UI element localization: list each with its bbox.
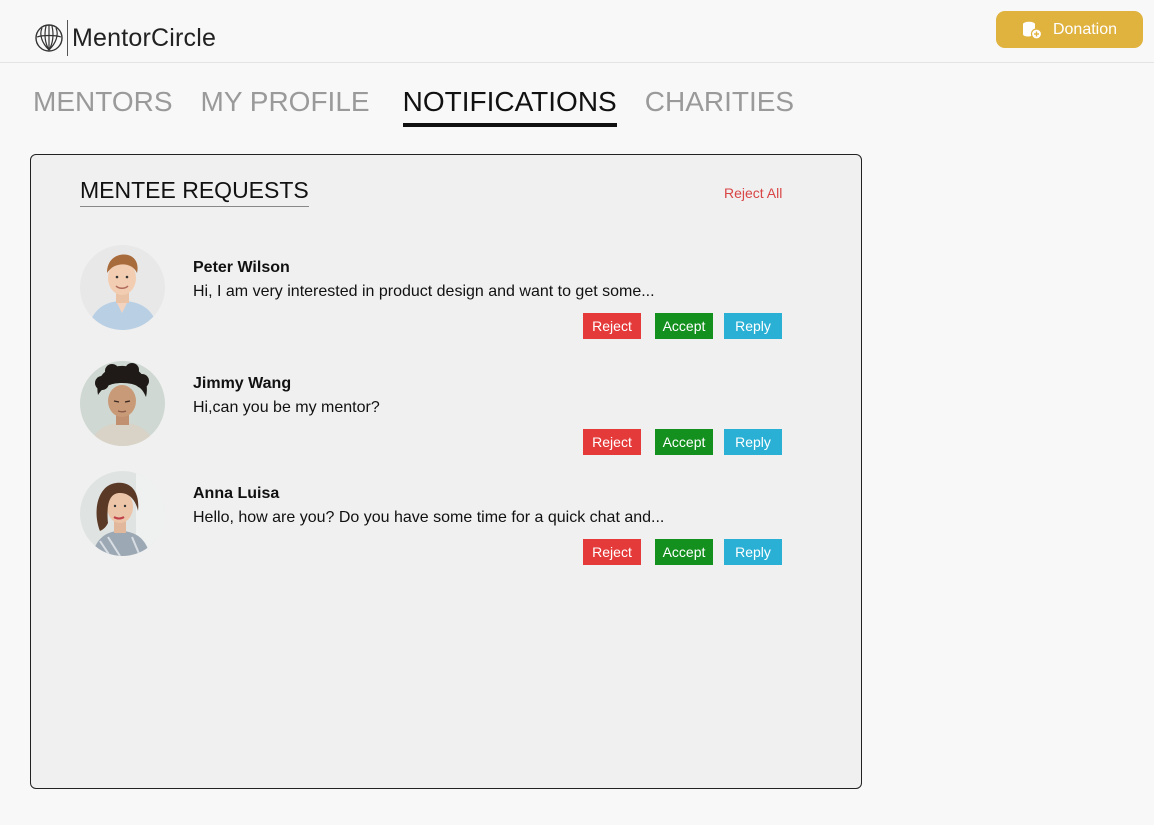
donation-button[interactable]: Donation (996, 11, 1143, 48)
reject-all-link[interactable]: Reject All (724, 185, 782, 201)
request-item: Peter Wilson Hi, I am very interested in… (80, 245, 800, 355)
coins-plus-icon (1022, 21, 1042, 40)
accept-button[interactable]: Accept (655, 313, 713, 339)
donation-label: Donation (1052, 20, 1118, 38)
requester-name: Peter Wilson (193, 259, 290, 276)
avatar[interactable] (80, 361, 165, 446)
reject-button[interactable]: Reject (583, 313, 641, 339)
accept-button[interactable]: Accept (655, 429, 713, 455)
reply-button[interactable]: Reply (724, 539, 782, 565)
logo[interactable]: MentorCircle (34, 19, 216, 57)
tab-my-profile[interactable]: MY PROFILE (201, 85, 370, 123)
avatar-photo-peter (80, 245, 165, 330)
requester-name: Jimmy Wang (193, 375, 292, 392)
panel-title: MENTEE REQUESTS (80, 177, 309, 207)
request-actions: Reject Accept Reply (583, 539, 782, 565)
brand-name: MentorCircle (72, 23, 217, 52)
request-message: Hello, how are you? Do you have some tim… (193, 509, 665, 526)
top-bar: MentorCircle Donation (0, 0, 1154, 63)
tab-notifications[interactable]: NOTIFICATIONS (402, 85, 617, 127)
accept-button[interactable]: Accept (655, 539, 713, 565)
request-message: Hi,can you be my mentor? (193, 399, 380, 416)
request-item: Anna Luisa Hello, how are you? Do you ha… (80, 471, 800, 581)
avatar[interactable] (80, 471, 165, 556)
request-item: Jimmy Wang Hi,can you be my mentor? Reje… (80, 361, 800, 471)
logo-icon (35, 24, 63, 52)
avatar-photo-anna (80, 471, 165, 556)
request-actions: Reject Accept Reply (583, 429, 782, 455)
tab-mentors[interactable]: MENTORS (33, 85, 173, 123)
request-message: Hi, I am very interested in product desi… (193, 283, 655, 300)
reject-button[interactable]: Reject (583, 539, 641, 565)
requester-name: Anna Luisa (193, 485, 280, 502)
tab-charities[interactable]: CHARITIES (645, 85, 794, 123)
request-actions: Reject Accept Reply (583, 313, 782, 339)
reply-button[interactable]: Reply (724, 313, 782, 339)
avatar-photo-jimmy (80, 361, 165, 446)
reject-button[interactable]: Reject (583, 429, 641, 455)
avatar[interactable] (80, 245, 165, 330)
mentee-requests-panel: MENTEE REQUESTS Reject All Peter Wilson … (30, 154, 862, 789)
main-tabs: MENTORS MY PROFILE NOTIFICATIONS CHARITI… (33, 85, 822, 127)
reply-button[interactable]: Reply (724, 429, 782, 455)
logo-divider (67, 20, 68, 56)
